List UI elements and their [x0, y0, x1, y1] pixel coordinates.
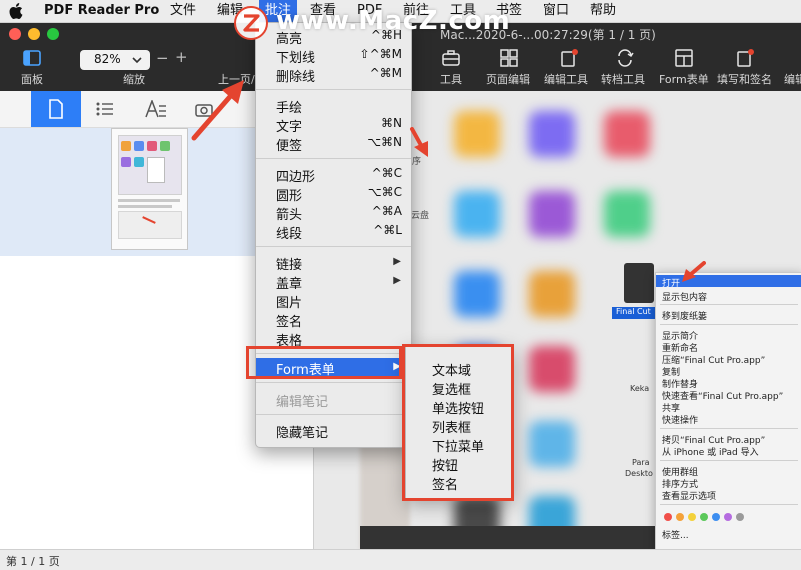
page-edit-label: 页面编辑: [486, 73, 530, 86]
menu-item-link[interactable]: 链接 ▶: [256, 253, 411, 273]
close-window-button[interactable]: [9, 28, 21, 40]
panel-label: 面板: [21, 73, 43, 86]
arrow-annotation-icon: [191, 80, 244, 141]
menu-window[interactable]: 窗口: [543, 0, 569, 22]
arrow-annotation-icon-3: [682, 261, 706, 282]
side-label-3: Para: [632, 458, 650, 467]
edit-label-partial: 编辑: [784, 73, 801, 86]
fill-sign-icon[interactable]: [736, 49, 754, 67]
menu-item-text[interactable]: 文字 ⌘N: [256, 115, 411, 135]
tab-thumbnails[interactable]: [31, 91, 81, 127]
menu-item-note[interactable]: 便签 ⌥⌘N: [256, 134, 411, 154]
ctx-tags[interactable]: 标签...: [662, 528, 689, 541]
menu-item-hide-notes[interactable]: 隐藏笔记: [256, 421, 411, 441]
watermark-text: www.MacZ.com: [276, 6, 511, 36]
apple-icon[interactable]: [9, 3, 23, 19]
ctx-quicklook[interactable]: 快速查看“Final Cut Pro.app”: [662, 389, 783, 402]
ctx-trash[interactable]: 移到废纸篓: [662, 309, 707, 322]
menu-item-signature[interactable]: 签名: [256, 310, 411, 330]
tag-color-dots: [664, 513, 744, 521]
chevron-down-icon: [132, 57, 142, 64]
zoom-label: 缩放: [123, 73, 145, 86]
fill-sign-label: 填写和签名: [717, 73, 772, 86]
status-bar: 第 1 / 1 页: [0, 549, 801, 570]
menu-item-underline[interactable]: 下划线 ⇧^⌘M: [256, 46, 411, 66]
ctx-quick-actions[interactable]: 快速操作: [662, 413, 698, 426]
tools-label: 工具: [440, 73, 462, 86]
menu-item-freehand[interactable]: 手绘: [256, 96, 411, 116]
menu-item-stamp[interactable]: 盖章 ▶: [256, 272, 411, 292]
arrow-annotation-icon-2: [410, 127, 428, 157]
zoom-in-button[interactable]: +: [175, 48, 188, 66]
minimize-window-button[interactable]: [28, 28, 40, 40]
page-thumbnail[interactable]: [111, 128, 188, 250]
form-label: Form表单: [659, 73, 709, 86]
page-indicator: 第 1 / 1 页: [6, 555, 60, 568]
menu-file[interactable]: 文件: [170, 0, 196, 22]
zoom-out-button[interactable]: −: [156, 49, 169, 67]
panel-icon[interactable]: [23, 49, 41, 67]
convert-icon[interactable]: [616, 49, 634, 67]
page-icon: [49, 99, 63, 119]
zoom-value: 82%: [94, 52, 121, 66]
list-icon: [96, 102, 113, 116]
ctx-view-options[interactable]: 查看显示选项: [662, 489, 716, 502]
annotate-menu: 高亮 ^⌘H 下划线 ⇧^⌘M 删除线 ^⌘M 手绘 文字 ⌘N 便签 ⌥⌘N 四边形 ^⌘…: [255, 22, 412, 448]
menu-item-circle[interactable]: 圆形 ⌥⌘C: [256, 184, 411, 204]
menu-item-arrow[interactable]: 箭头 ^⌘A: [256, 203, 411, 223]
side-label-4: Deskto: [625, 469, 653, 478]
toolbox-icon[interactable]: [442, 49, 460, 67]
zoom-window-button[interactable]: [47, 28, 59, 40]
menu-item-line[interactable]: 线段 ^⌘L: [256, 222, 411, 242]
ctx-open[interactable]: 打开: [662, 276, 680, 289]
submenu-highlight-box: [402, 344, 514, 501]
form-icon[interactable]: [675, 49, 693, 67]
zoom-select[interactable]: 82%: [80, 50, 150, 70]
tab-annotations[interactable]: [131, 91, 181, 127]
tab-outline[interactable]: [81, 91, 131, 127]
edit-tool-icon[interactable]: [560, 49, 578, 67]
text-annotation-icon: [145, 100, 166, 118]
ctx-show-contents[interactable]: 显示包内容: [662, 290, 707, 303]
app-menu[interactable]: PDF Reader Pro: [44, 0, 159, 22]
ctx-import[interactable]: 从 iPhone 或 iPad 导入: [662, 445, 759, 458]
form-item-highlight-box: [246, 346, 402, 379]
edit-tool-label: 编辑工具: [544, 73, 588, 86]
side-label-1: 云盘: [411, 211, 430, 221]
page-edit-icon[interactable]: [500, 49, 518, 67]
convert-label: 转档工具: [601, 73, 645, 86]
finder-context-menu: 打开 显示包内容 移到废纸篓 显示简介 重新命名 压缩“Final Cut Pr…: [655, 272, 801, 551]
side-label-2: Keka: [630, 384, 650, 393]
menu-item-rectangle[interactable]: 四边形 ^⌘C: [256, 165, 411, 185]
macz-logo-icon: [234, 6, 268, 40]
menu-item-image[interactable]: 图片: [256, 291, 411, 311]
selected-file-label: Final Cut: [616, 307, 651, 316]
menu-help[interactable]: 帮助: [590, 0, 616, 22]
menu-item-edit-notes: 编辑笔记: [276, 395, 329, 410]
menu-item-strikethrough[interactable]: 删除线 ^⌘M: [256, 65, 411, 85]
